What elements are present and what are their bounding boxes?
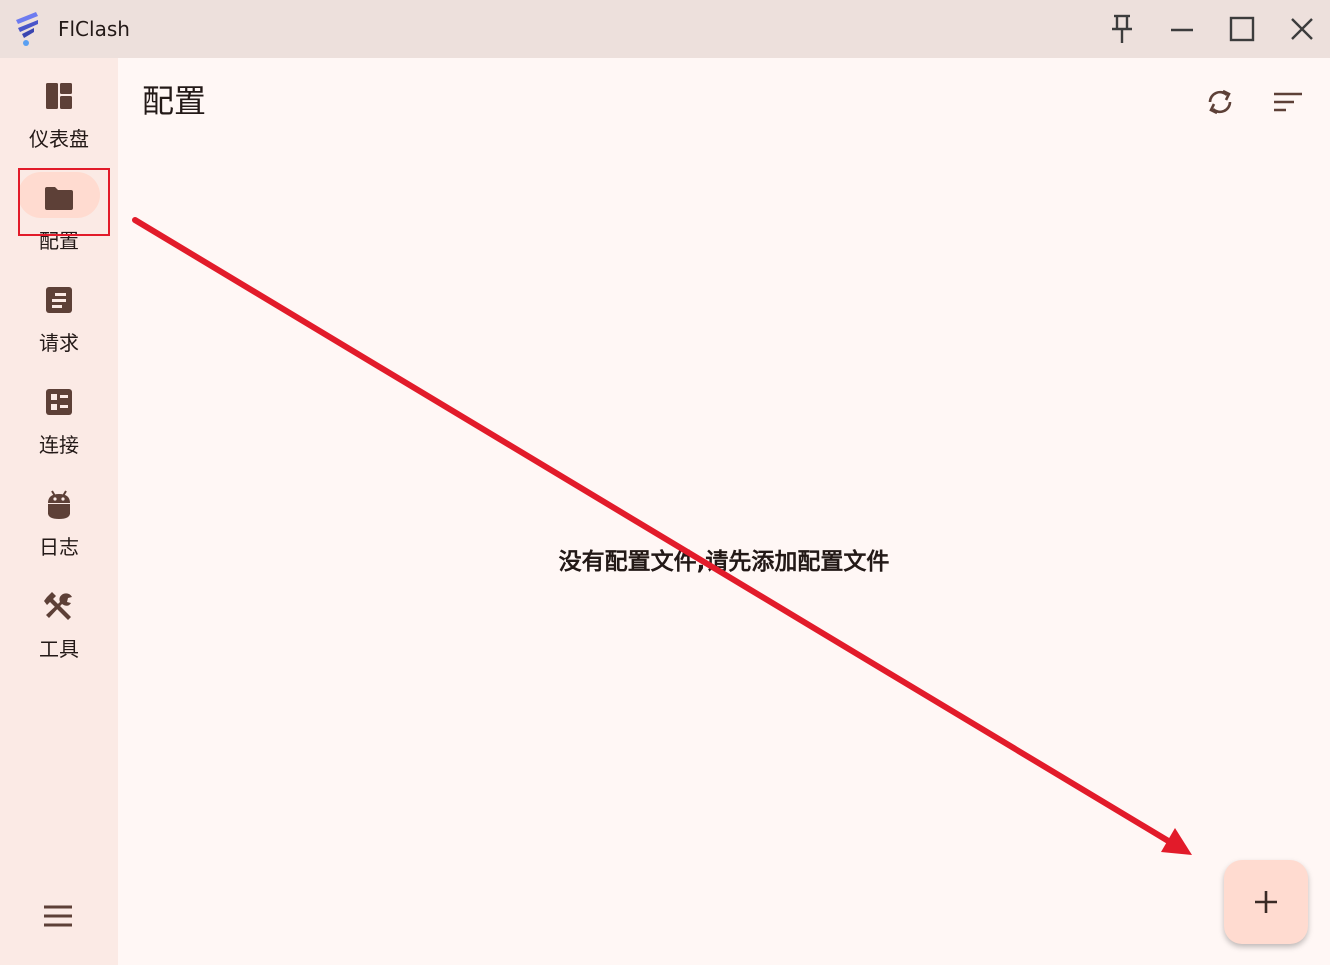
nav-item-connections[interactable]: 连接 xyxy=(0,376,118,472)
pin-icon xyxy=(1112,14,1132,43)
connections-icon xyxy=(46,389,72,415)
nav-item-dashboard[interactable]: 仪表盘 xyxy=(0,70,118,166)
sort-icon xyxy=(1274,92,1302,112)
nav-label-logs: 日志 xyxy=(39,535,79,559)
pin-button[interactable] xyxy=(1102,9,1142,49)
menu-button[interactable] xyxy=(38,896,78,936)
nav-item-requests[interactable]: 请求 xyxy=(0,274,118,370)
sync-icon xyxy=(1208,89,1232,115)
minimize-icon xyxy=(1171,28,1193,32)
app-title: FlClash xyxy=(58,17,130,41)
menu-icon xyxy=(44,905,72,927)
nav-item-profiles[interactable]: 配置 xyxy=(0,172,118,268)
nav-label-connections: 连接 xyxy=(39,433,79,457)
maximize-button[interactable] xyxy=(1222,9,1262,49)
nav-label-tools: 工具 xyxy=(39,637,79,661)
flclash-logo-icon xyxy=(16,12,38,46)
folder-icon xyxy=(45,187,73,210)
page-title: 配置 xyxy=(142,82,207,120)
app-window: FlClash 仪表盘 配置 请求 连接 日志 工具 配置 没有配置文件,请先添… xyxy=(0,0,1330,965)
navigation-rail: 仪表盘 配置 请求 连接 日志 工具 xyxy=(0,58,118,965)
close-button[interactable] xyxy=(1282,9,1322,49)
empty-state-message: 没有配置文件,请先添加配置文件 xyxy=(558,549,890,575)
title-bar: FlClash xyxy=(0,0,1330,58)
nav-label-profiles: 配置 xyxy=(39,229,79,253)
add-profile-button[interactable] xyxy=(1224,860,1308,944)
nav-item-tools[interactable]: 工具 xyxy=(0,580,118,676)
requests-icon xyxy=(46,287,72,313)
sort-button[interactable] xyxy=(1266,80,1310,124)
nav-item-logs[interactable]: 日志 xyxy=(0,478,118,574)
dashboard-icon xyxy=(46,83,72,109)
maximize-icon xyxy=(1229,16,1255,42)
content-area: 配置 没有配置文件,请先添加配置文件 xyxy=(118,58,1330,965)
close-icon xyxy=(1291,18,1313,40)
sync-button[interactable] xyxy=(1198,80,1242,124)
minimize-button[interactable] xyxy=(1162,9,1202,49)
nav-label-dashboard: 仪表盘 xyxy=(29,127,89,151)
nav-label-requests: 请求 xyxy=(39,331,79,355)
android-icon xyxy=(48,490,70,519)
tools-icon xyxy=(44,592,72,620)
add-icon xyxy=(1255,891,1277,913)
